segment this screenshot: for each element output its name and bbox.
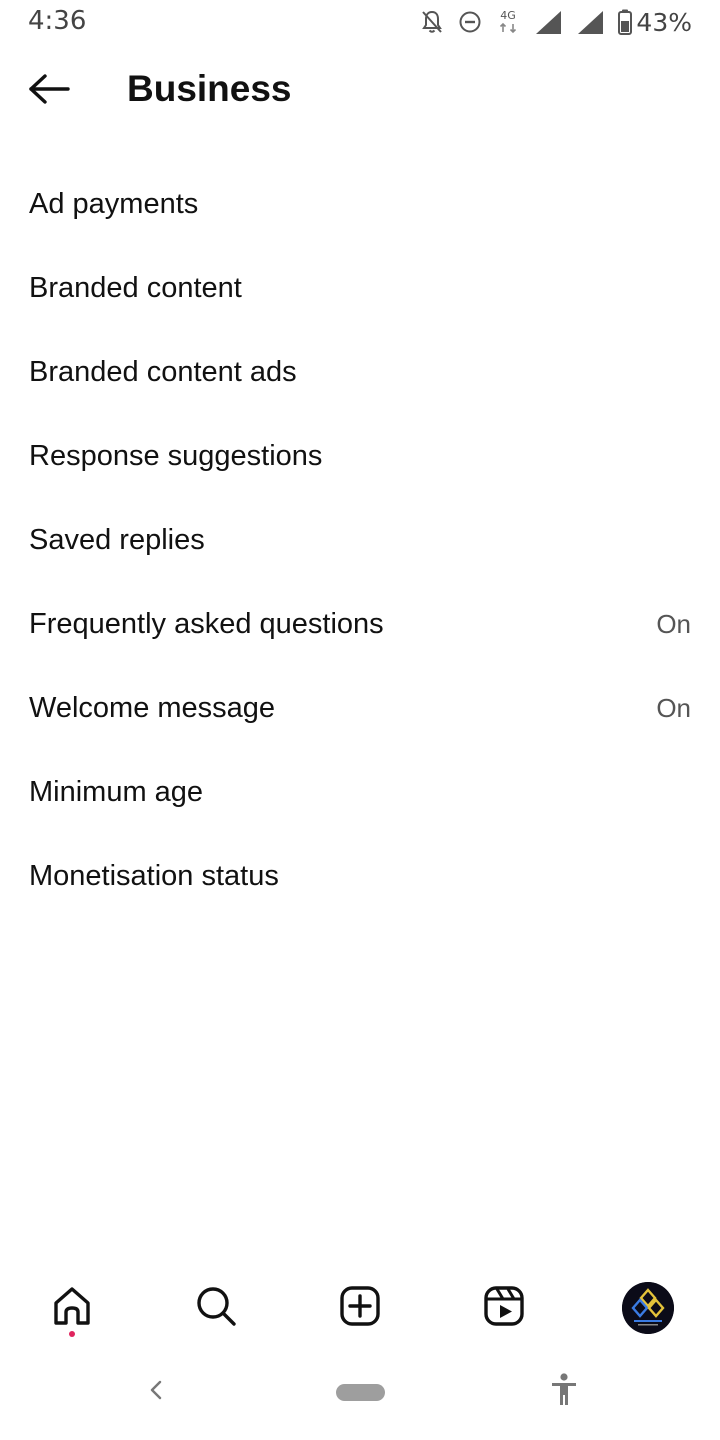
menu-item-label: Welcome message (29, 691, 276, 724)
system-navigation (0, 1360, 720, 1424)
nav-home[interactable] (42, 1278, 102, 1338)
notification-dot (69, 1331, 75, 1337)
accessibility-button[interactable] (546, 1372, 582, 1412)
accessibility-icon (549, 1372, 579, 1412)
back-icon (146, 1378, 166, 1407)
nav-search[interactable] (186, 1278, 246, 1338)
menu-item-branded-content-ads[interactable]: Branded content ads (0, 330, 720, 414)
network-label: 4G (501, 9, 517, 22)
system-back-button[interactable] (140, 1374, 172, 1410)
menu-item-response-suggestions[interactable]: Response suggestions (0, 414, 720, 498)
status-time: 4:36 (28, 6, 87, 36)
nav-reels[interactable] (474, 1278, 534, 1338)
business-settings-list: Ad payments Branded content Branded cont… (0, 162, 720, 918)
signal-icon (534, 9, 562, 35)
battery-icon (618, 9, 633, 35)
nav-create[interactable] (330, 1278, 390, 1338)
system-home-pill[interactable] (336, 1384, 385, 1401)
nav-profile[interactable] (618, 1278, 678, 1338)
header: Business (0, 56, 720, 126)
status-bar: 4:36 4G 43% (0, 0, 720, 44)
menu-item-label: Saved replies (29, 523, 205, 556)
create-post-icon (338, 1284, 382, 1333)
menu-item-label: Response suggestions (29, 439, 323, 472)
status-icons: 4G 43% (420, 6, 692, 38)
menu-item-label: Branded content ads (29, 355, 297, 388)
menu-item-status: On (656, 608, 691, 639)
menu-item-frequently-asked-questions[interactable]: Frequently asked questions On (0, 582, 720, 666)
menu-item-label: Ad payments (29, 187, 199, 220)
home-icon (50, 1284, 94, 1333)
back-button[interactable] (26, 70, 72, 112)
menu-item-ad-payments[interactable]: Ad payments (0, 162, 720, 246)
battery-percent: 43% (636, 7, 692, 37)
search-icon (194, 1284, 238, 1333)
battery-indicator: 43% (618, 8, 692, 37)
menu-item-minimum-age[interactable]: Minimum age (0, 750, 720, 834)
menu-item-label: Frequently asked questions (29, 607, 384, 640)
menu-item-monetisation-status[interactable]: Monetisation status (0, 834, 720, 918)
arrow-left-icon (28, 73, 70, 110)
menu-item-welcome-message[interactable]: Welcome message On (0, 666, 720, 750)
menu-item-label: Monetisation status (29, 859, 279, 892)
menu-item-status: On (656, 692, 691, 723)
reels-icon (482, 1284, 526, 1333)
profile-avatar (622, 1282, 674, 1334)
menu-item-label: Branded content (29, 271, 242, 304)
notifications-off-icon (420, 9, 444, 35)
signal-icon (576, 9, 604, 35)
bottom-navigation (0, 1270, 720, 1350)
menu-item-branded-content[interactable]: Branded content (0, 246, 720, 330)
menu-item-saved-replies[interactable]: Saved replies (0, 498, 720, 582)
page-title: Business (127, 68, 292, 109)
network-4g-icon: 4G (496, 8, 520, 36)
menu-item-label: Minimum age (29, 775, 204, 808)
do-not-disturb-icon (458, 10, 482, 34)
